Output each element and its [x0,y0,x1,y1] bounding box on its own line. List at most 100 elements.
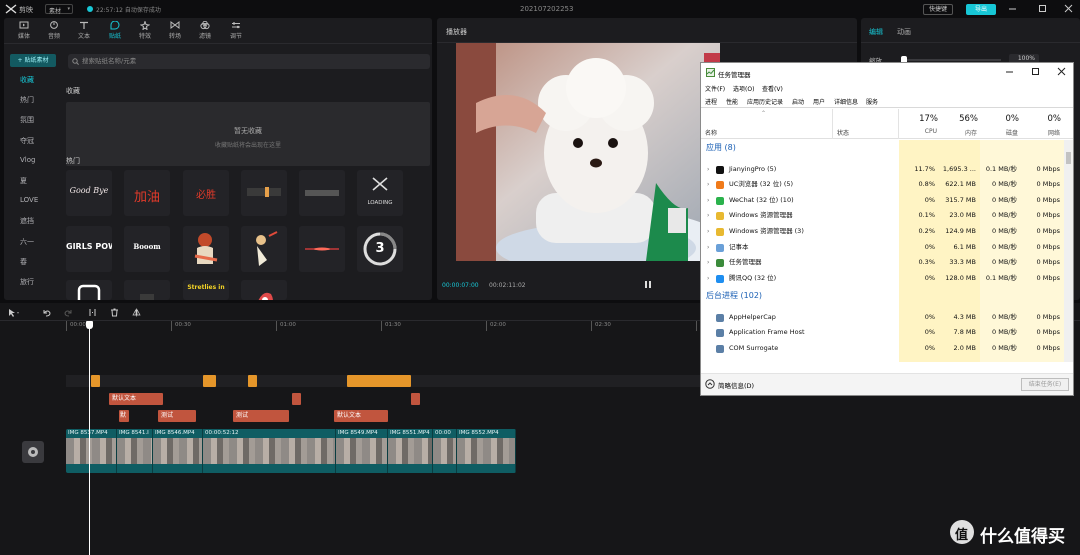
sticker-item[interactable] [241,280,287,300]
sticker-item[interactable] [241,170,287,216]
tm-process-row[interactable]: › JianyingPro (5) 11.7% 1,695.3 ... 0.1 MB/秒… [701,162,1064,178]
tm-tab[interactable]: 应用历史记录 [746,97,784,106]
chevron-right-icon[interactable]: › [707,271,709,287]
sidebar-item[interactable]: 收藏 [4,75,60,85]
sidebar-item[interactable]: 热门 [4,95,60,105]
text-clip[interactable] [292,393,301,405]
chevron-right-icon[interactable]: › [707,177,709,193]
tm-process-row[interactable]: › Windows 资源管理器 (3) 0.2% 124.9 MB 0 MB/秒 0 Mb… [701,224,1064,240]
select-tool-icon[interactable] [8,308,20,317]
video-track[interactable]: IMG 8537.MP4 IMG 8541.I IMG 8546.MP4 IMG 85… [66,429,516,473]
sidebar-item[interactable]: 六一 [4,237,60,247]
brief-info-link[interactable]: 简略信息(D) [718,380,754,390]
video-clip[interactable]: IMG 8541.I [117,429,153,473]
playhead-handle[interactable] [86,321,93,329]
sidebar-item[interactable]: Vlog [4,156,60,164]
tm-tab[interactable]: 进程 [704,97,719,107]
track-cover-button[interactable] [22,441,44,463]
maximize-icon[interactable] [1038,4,1047,13]
sticker-clip[interactable] [347,375,411,387]
sticker-clip[interactable] [248,375,257,387]
sticker-item[interactable] [183,226,229,272]
sticker-item[interactable]: LOADING [357,170,403,216]
tab-audio[interactable]: 音频 [40,20,68,42]
tab-media[interactable]: 媒体 [10,20,38,42]
tm-process-row[interactable]: › 记事本 0% 6.1 MB 0 MB/秒 0 Mbps [701,240,1064,256]
pause-icon[interactable] [644,280,652,289]
video-clip[interactable]: IMG 8537.MP4 [66,429,117,473]
undo-icon[interactable] [42,308,51,317]
sidebar-item[interactable]: LOVE [4,196,60,204]
sticker-item[interactable]: 加油 [124,170,170,216]
close-icon[interactable] [1064,4,1073,13]
col-status[interactable]: 状态 [837,128,849,137]
col-name[interactable]: 名称 [705,128,717,137]
chevron-right-icon[interactable]: › [707,193,709,209]
maximize-icon[interactable] [1031,67,1040,76]
sidebar-item[interactable]: 夺冠 [4,136,60,146]
text-clip[interactable]: 默认文本 [334,410,388,422]
sticker-item[interactable] [66,280,112,300]
chevron-right-icon[interactable]: › [707,224,709,240]
tab-filter[interactable]: 滤镜 [191,20,219,42]
video-clip[interactable]: IMG 8551.MP4 [388,429,433,473]
end-task-button[interactable]: 结束任务(E) [1021,378,1069,391]
sticker-item[interactable] [241,226,287,272]
sticker-clip[interactable] [203,375,216,387]
sticker-item[interactable]: 3 [357,226,403,272]
shortcut-button[interactable]: 快捷键 [923,4,953,15]
col-mem[interactable]: 内存 [939,128,977,137]
close-icon[interactable] [1057,67,1066,76]
sticker-search-input[interactable]: 搜索贴纸名称/元素 [68,54,430,69]
collapse-icon[interactable] [705,379,715,389]
sidebar-item[interactable]: 夏 [4,176,60,186]
sticker-item[interactable]: Stretlies in [183,280,229,300]
video-clip[interactable]: IMG 8549.MP4 [336,429,388,473]
tab-sticker[interactable]: 贴纸 [101,20,129,42]
tm-menu-item[interactable]: 查看(V) [762,84,783,93]
tm-process-row[interactable]: › 任务管理器 0.3% 33.3 MB 0 MB/秒 0 Mbps [701,255,1064,271]
col-net[interactable]: 网络 [1021,128,1060,137]
video-clip[interactable]: IMG 8546.MP4 [153,429,203,473]
split-icon[interactable] [88,308,97,317]
tm-process-row[interactable]: Application Frame Host 0% 7.8 MB 0 MB/秒 0 Mb… [701,325,1064,341]
video-clip[interactable]: 00:00 [433,429,457,473]
tab-text[interactable]: 文本 [70,20,98,42]
redo-icon[interactable] [64,308,73,317]
sticker-item[interactable]: Good Bye [66,170,112,216]
tm-tab[interactable]: 性能 [725,97,739,106]
col-disk[interactable]: 磁盘 [980,128,1018,137]
playhead[interactable] [89,321,90,555]
minimize-icon[interactable] [1008,4,1017,13]
sidebar-item[interactable]: 遮挡 [4,216,60,226]
tab-adjust[interactable]: 调节 [222,20,250,42]
add-sticker-button[interactable]: + 贴纸素材 [10,54,56,67]
tab-animation[interactable]: 动画 [897,27,911,37]
tm-menu-item[interactable]: 选项(O) [733,84,754,93]
tm-tab[interactable]: 启动 [791,97,805,106]
export-button[interactable]: 导出 [966,4,996,15]
chevron-right-icon[interactable]: › [707,255,709,271]
tm-group-header[interactable]: 应用 (8) [706,142,736,153]
tm-scrollbar[interactable] [1064,140,1073,362]
text-clip[interactable]: 默认文本 [109,393,163,405]
sticker-item[interactable]: GIRLS POWER [66,226,112,272]
text-clip[interactable]: 测试 [233,410,289,422]
tm-tab[interactable]: 服务 [865,97,879,106]
minimize-icon[interactable] [1005,67,1014,76]
col-cpu[interactable]: CPU [899,128,937,135]
sticker-item[interactable] [299,226,345,272]
delete-icon[interactable] [110,308,119,317]
tm-process-row[interactable]: › WeChat (32 位) (10) 0% 315.7 MB 0 MB/秒 0 Mbp… [701,193,1064,209]
sidebar-item[interactable]: 春 [4,257,60,267]
sticker-item[interactable] [299,170,345,216]
sticker-clip[interactable] [91,375,100,387]
chevron-right-icon[interactable]: › [707,162,709,178]
tm-process-row[interactable]: › 腾讯QQ (32 位) 0% 128.0 MB 0.1 MB/秒 0 Mbps [701,271,1064,287]
tm-process-row[interactable]: › UC浏览器 (32 位) (5) 0.8% 622.1 MB 0 MB/秒 0 Mbp… [701,177,1064,193]
chevron-right-icon[interactable]: › [707,208,709,224]
tm-tab[interactable]: 用户 [812,97,826,106]
text-clip[interactable] [411,393,420,405]
tab-effects[interactable]: 特效 [131,20,159,42]
tm-tab[interactable]: 详细信息 [833,97,859,106]
